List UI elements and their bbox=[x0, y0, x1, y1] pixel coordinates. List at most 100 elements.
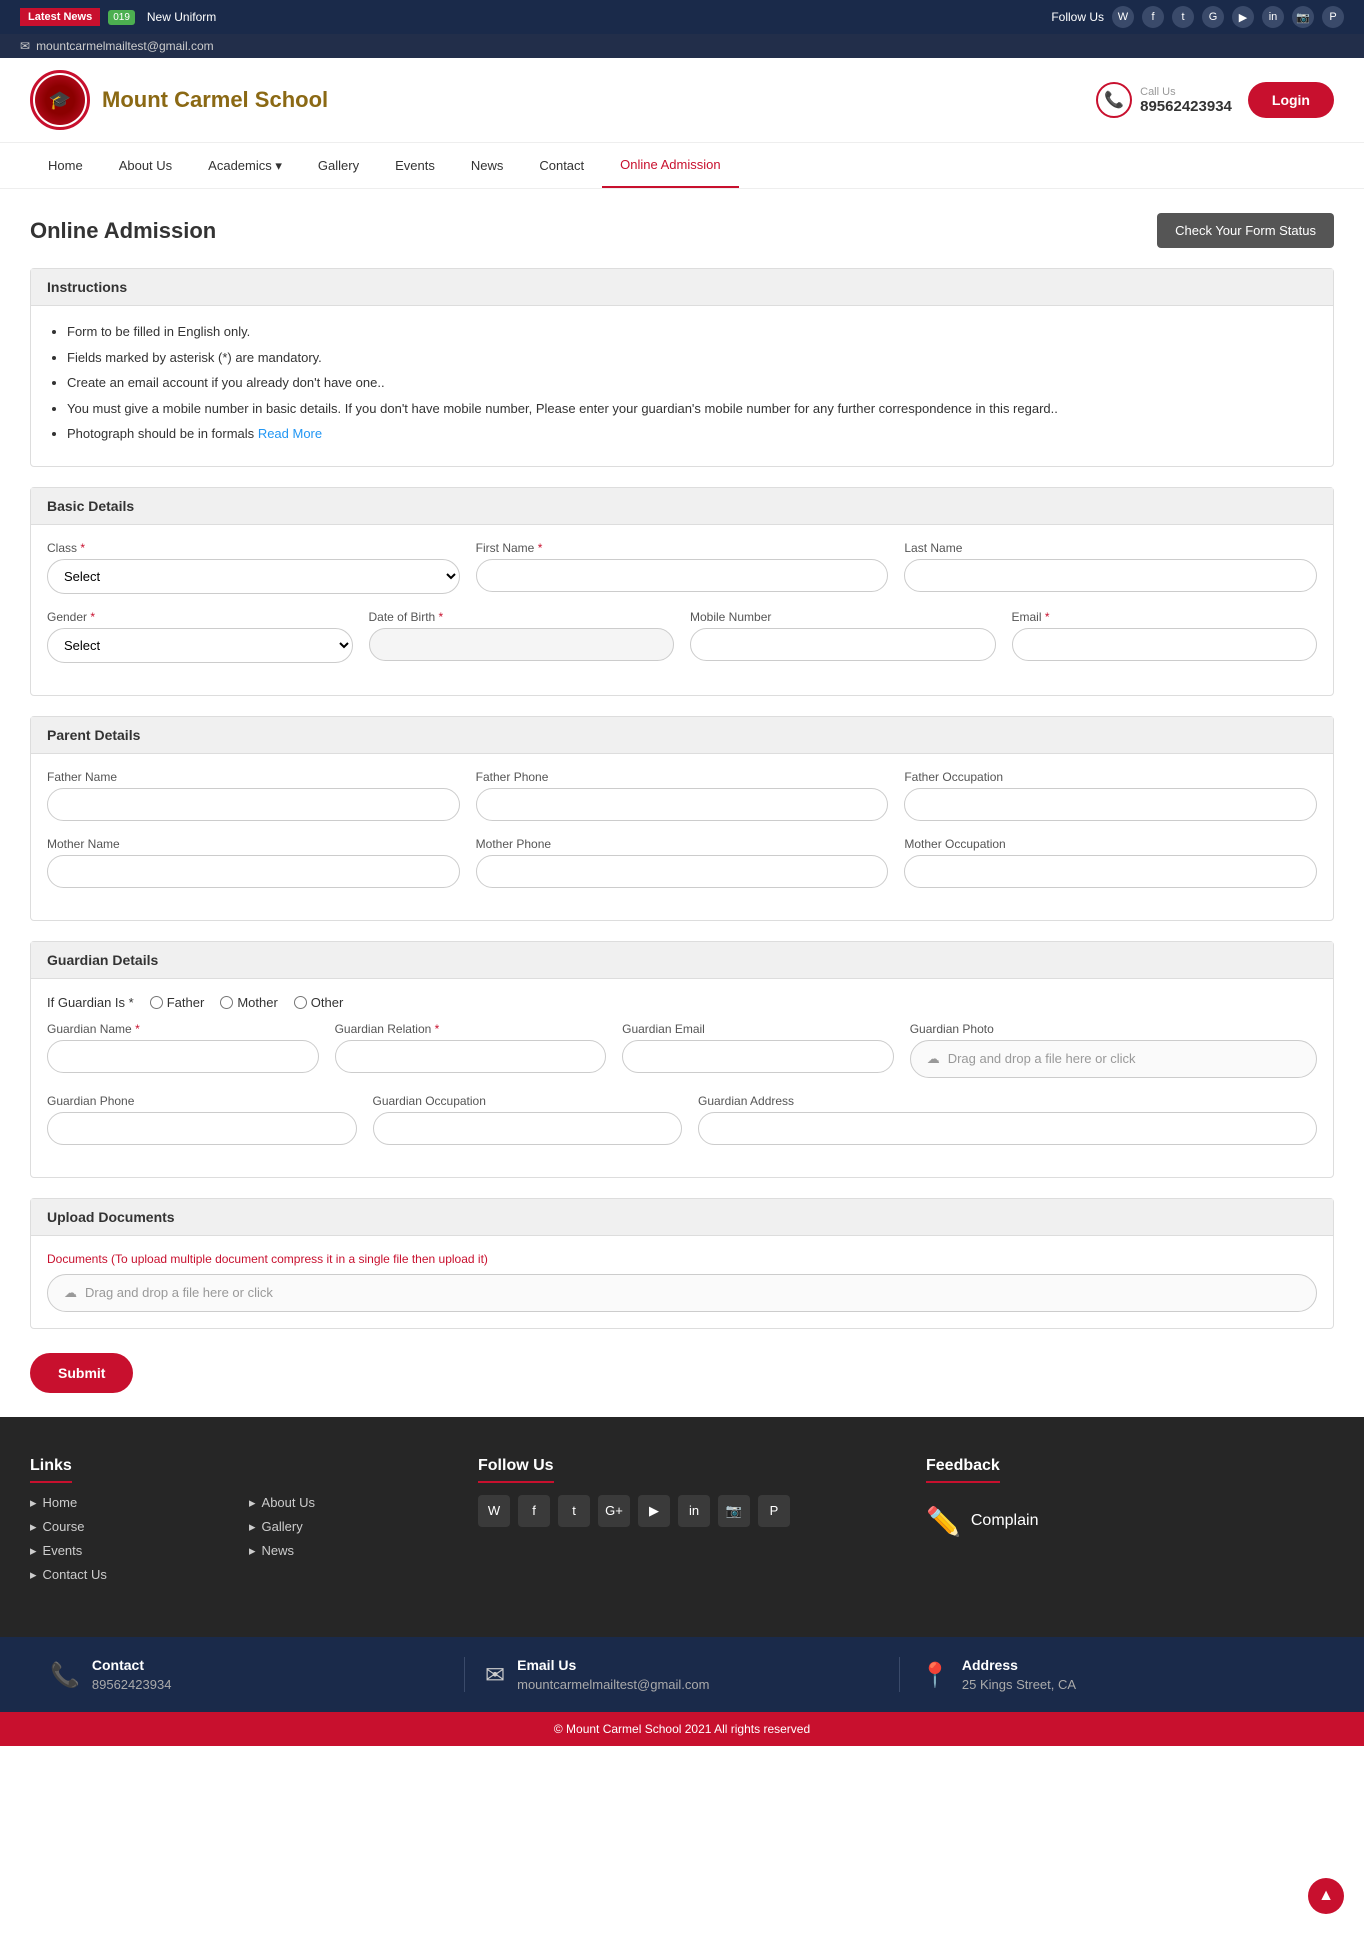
footer-feedback-col: Feedback ✏️ Complain bbox=[926, 1457, 1334, 1617]
guardian-occupation-group: Guardian Occupation bbox=[373, 1094, 683, 1145]
check-status-button[interactable]: Check Your Form Status bbox=[1157, 213, 1334, 248]
footer-links-header: Links bbox=[30, 1457, 72, 1483]
dob-input[interactable] bbox=[369, 628, 675, 661]
guardian-details-section: Guardian Details If Guardian Is * Father… bbox=[30, 941, 1334, 1178]
last-name-input[interactable] bbox=[904, 559, 1317, 592]
nav-home[interactable]: Home bbox=[30, 144, 101, 187]
footer-whatsapp-icon[interactable]: W bbox=[478, 1495, 510, 1527]
mother-phone-input[interactable] bbox=[476, 855, 889, 888]
guardian-address-input[interactable] bbox=[698, 1112, 1317, 1145]
social-facebook-icon[interactable]: f bbox=[1142, 6, 1164, 28]
guardian-other-radio[interactable] bbox=[294, 996, 307, 1009]
school-logo: 🎓 bbox=[30, 70, 90, 130]
gender-label: Gender * bbox=[47, 610, 353, 624]
guardian-father-radio-label[interactable]: Father bbox=[150, 995, 205, 1010]
top-bar: Latest News 019 New Uniform Follow Us W … bbox=[0, 0, 1364, 34]
social-whatsapp-icon[interactable]: W bbox=[1112, 6, 1134, 28]
instruction-1: Form to be filled in English only. bbox=[67, 322, 1317, 342]
father-name-group: Father Name bbox=[47, 770, 460, 821]
father-phone-group: Father Phone bbox=[476, 770, 889, 821]
first-name-input[interactable] bbox=[476, 559, 889, 592]
footer-link-home[interactable]: Home bbox=[30, 1495, 219, 1511]
scroll-to-top-button[interactable]: ▲ bbox=[1308, 1878, 1344, 1914]
guardian-father-radio[interactable] bbox=[150, 996, 163, 1009]
nav-events[interactable]: Events bbox=[377, 144, 453, 187]
drag-drop-text: Drag and drop a file here or click bbox=[85, 1285, 273, 1300]
father-occupation-input[interactable] bbox=[904, 788, 1317, 821]
footer-follow-header: Follow Us bbox=[478, 1457, 554, 1483]
guardian-photo-upload[interactable]: ☁ Drag and drop a file here or click bbox=[910, 1040, 1317, 1078]
nav-online-admission[interactable]: Online Admission bbox=[602, 143, 738, 188]
guardian-photo-label: Guardian Photo bbox=[910, 1022, 1317, 1036]
school-name: Mount Carmel School bbox=[102, 87, 328, 113]
call-us: 📞 Call Us 89562423934 bbox=[1096, 82, 1232, 118]
upload-documents-header: Upload Documents bbox=[31, 1199, 1333, 1236]
footer-link-about[interactable]: About Us bbox=[249, 1495, 438, 1511]
footer-instagram-icon[interactable]: 📷 bbox=[718, 1495, 750, 1527]
social-gplus-icon[interactable]: G bbox=[1202, 6, 1224, 28]
footer-link-contact[interactable]: Contact Us bbox=[30, 1567, 219, 1583]
basic-details-body: Class * Select First Name * Last Name Ge… bbox=[31, 525, 1333, 695]
father-name-label: Father Name bbox=[47, 770, 460, 784]
nav-about[interactable]: About Us bbox=[101, 144, 190, 187]
login-button[interactable]: Login bbox=[1248, 82, 1334, 118]
guardian-is-row: If Guardian Is * Father Mother Other bbox=[47, 995, 1317, 1010]
mother-occupation-input[interactable] bbox=[904, 855, 1317, 888]
father-name-input[interactable] bbox=[47, 788, 460, 821]
instruction-2: Fields marked by asterisk (*) are mandat… bbox=[67, 348, 1317, 368]
guardian-address-group: Guardian Address bbox=[698, 1094, 1317, 1145]
footer-contact-value: 89562423934 bbox=[92, 1677, 172, 1692]
guardian-relation-input[interactable] bbox=[335, 1040, 607, 1073]
footer-link-events[interactable]: Events bbox=[30, 1543, 219, 1559]
social-twitter-icon[interactable]: t bbox=[1172, 6, 1194, 28]
guardian-phone-input[interactable] bbox=[47, 1112, 357, 1145]
footer-twitter-icon[interactable]: t bbox=[558, 1495, 590, 1527]
guardian-occupation-input[interactable] bbox=[373, 1112, 683, 1145]
email-input[interactable] bbox=[1012, 628, 1318, 661]
basic-details-header: Basic Details bbox=[31, 488, 1333, 525]
footer-email-item: ✉ Email Us mountcarmelmailtest@gmail.com bbox=[465, 1657, 900, 1692]
email-group: Email * bbox=[1012, 610, 1318, 663]
mobile-input[interactable] bbox=[690, 628, 996, 661]
father-phone-input[interactable] bbox=[476, 788, 889, 821]
parent-details-section: Parent Details Father Name Father Phone … bbox=[30, 716, 1334, 921]
nav-gallery[interactable]: Gallery bbox=[300, 144, 377, 187]
class-select[interactable]: Select bbox=[47, 559, 460, 594]
footer-gplus-icon[interactable]: G+ bbox=[598, 1495, 630, 1527]
footer-youtube-icon[interactable]: ▶ bbox=[638, 1495, 670, 1527]
guardian-name-input[interactable] bbox=[47, 1040, 319, 1073]
guardian-mother-radio-label[interactable]: Mother bbox=[220, 995, 277, 1010]
top-bar-right: Follow Us W f t G ▶ in 📷 P bbox=[1051, 6, 1344, 28]
footer-pinterest-icon[interactable]: P bbox=[758, 1495, 790, 1527]
footer-linkedin-icon[interactable]: in bbox=[678, 1495, 710, 1527]
footer-facebook-icon[interactable]: f bbox=[518, 1495, 550, 1527]
footer-link-news[interactable]: News bbox=[249, 1543, 438, 1559]
read-more-link[interactable]: Read More bbox=[258, 426, 322, 441]
instructions-list: Form to be filled in English only. Field… bbox=[47, 322, 1317, 444]
footer-link-gallery[interactable]: Gallery bbox=[249, 1519, 438, 1535]
submit-button[interactable]: Submit bbox=[30, 1353, 133, 1393]
complain-area[interactable]: ✏️ Complain bbox=[926, 1505, 1334, 1538]
guardian-row-2: Guardian Phone Guardian Occupation Guard… bbox=[47, 1094, 1317, 1145]
gender-select[interactable]: Select bbox=[47, 628, 353, 663]
documents-upload[interactable]: ☁ Drag and drop a file here or click bbox=[47, 1274, 1317, 1312]
dob-label: Date of Birth * bbox=[369, 610, 675, 624]
guardian-mother-radio[interactable] bbox=[220, 996, 233, 1009]
social-linkedin-icon[interactable]: in bbox=[1262, 6, 1284, 28]
footer-link-course[interactable]: Course bbox=[30, 1519, 219, 1535]
father-phone-label: Father Phone bbox=[476, 770, 889, 784]
nav-academics[interactable]: Academics ▾ bbox=[190, 144, 300, 188]
social-pinterest-icon[interactable]: P bbox=[1322, 6, 1344, 28]
email-address: mountcarmelmailtest@gmail.com bbox=[36, 39, 214, 53]
footer-address-label: Address bbox=[962, 1657, 1076, 1673]
nav-news[interactable]: News bbox=[453, 144, 522, 187]
mother-name-input[interactable] bbox=[47, 855, 460, 888]
guardian-is-label: If Guardian Is * bbox=[47, 995, 134, 1010]
social-instagram-icon[interactable]: 📷 bbox=[1292, 6, 1314, 28]
guardian-email-input[interactable] bbox=[622, 1040, 894, 1073]
social-youtube-icon[interactable]: ▶ bbox=[1232, 6, 1254, 28]
instruction-4: You must give a mobile number in basic d… bbox=[67, 399, 1317, 419]
nav-contact[interactable]: Contact bbox=[521, 144, 602, 187]
guardian-other-radio-label[interactable]: Other bbox=[294, 995, 344, 1010]
footer-contact-label: Contact bbox=[92, 1657, 172, 1673]
